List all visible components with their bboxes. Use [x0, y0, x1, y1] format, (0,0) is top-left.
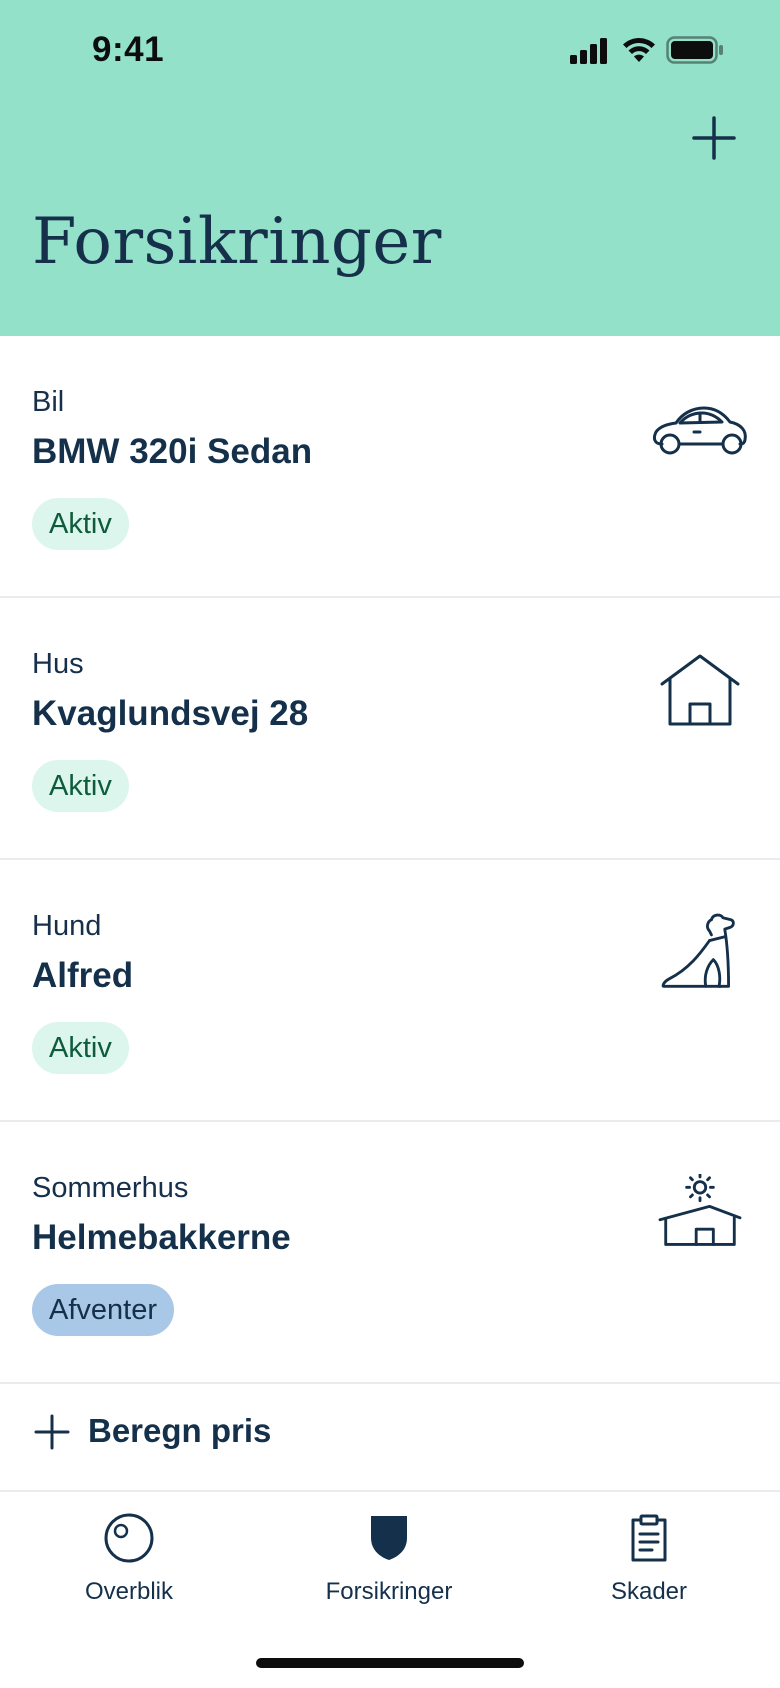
cellular-signal-icon [570, 38, 607, 64]
status-badge: Aktiv [32, 1022, 129, 1074]
policy-card-house[interactable]: Hus Kvaglundsvej 28 Aktiv [0, 598, 780, 860]
plus-icon [692, 116, 736, 160]
home-indicator [256, 1658, 524, 1668]
page-title: Forsikringer [32, 205, 442, 279]
status-badge: Aktiv [32, 760, 129, 812]
policy-name: Kvaglundsvej 28 [32, 694, 309, 733]
clipboard-icon [631, 1514, 667, 1562]
tab-label: Overblik [84, 1578, 174, 1605]
battery-icon [666, 36, 723, 64]
plus-icon [34, 1414, 70, 1450]
status-badge: Afventer [32, 1284, 174, 1336]
dog-icon [661, 913, 735, 988]
tab-label: Forsikringer [325, 1578, 453, 1605]
tab-insurances[interactable]: Forsikringer [279, 1508, 499, 1618]
policy-type: Bil [32, 386, 65, 418]
house-icon [660, 654, 740, 726]
policy-card-car[interactable]: Bil BMW 320i Sedan Aktiv [0, 336, 780, 598]
header: 9:41 Forsikringer [0, 0, 780, 336]
car-icon [652, 406, 747, 455]
policy-card-dog[interactable]: Hund Alfred Aktiv [0, 860, 780, 1122]
tab-label: Skader [610, 1578, 688, 1605]
policy-name: BMW 320i Sedan [32, 432, 313, 471]
overview-icon [104, 1513, 154, 1563]
policy-type: Hund [32, 910, 102, 942]
status-bar: 9:41 [0, 0, 780, 100]
policy-type: Hus [32, 648, 84, 680]
policy-list: Bil BMW 320i Sedan Aktiv Hus Kvaglundsve… [0, 336, 780, 1384]
summerhouse-icon [658, 1174, 742, 1246]
calculate-price-label: Beregn pris [88, 1412, 272, 1449]
tab-overview[interactable]: Overblik [19, 1508, 239, 1618]
status-time: 9:41 [92, 30, 165, 69]
calculate-price-button[interactable]: Beregn pris [0, 1384, 780, 1492]
screen: 9:41 Forsikringer Bil BMW 320i Sedan Akt… [0, 0, 780, 1688]
shield-icon [371, 1516, 407, 1560]
add-policy-button[interactable] [684, 108, 744, 168]
policy-name: Helmebakkerne [32, 1218, 291, 1257]
policy-type: Sommerhus [32, 1172, 189, 1204]
status-icons [570, 36, 730, 66]
policy-card-summerhouse[interactable]: Sommerhus Helmebakkerne Afventer [0, 1122, 780, 1384]
tab-claims[interactable]: Skader [539, 1508, 759, 1618]
status-badge: Aktiv [32, 498, 129, 550]
wifi-icon [623, 38, 655, 62]
policy-name: Alfred [32, 956, 134, 995]
